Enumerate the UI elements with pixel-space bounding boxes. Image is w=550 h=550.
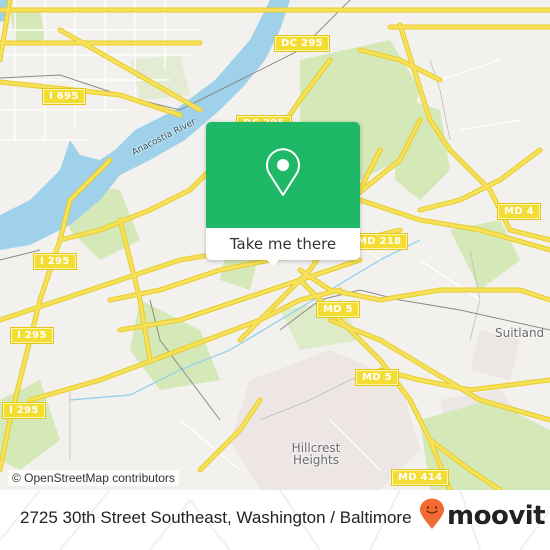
address-text: 2725 30th Street Southeast, Washington /…	[20, 508, 412, 527]
route-shield-i295: I 295	[10, 327, 54, 344]
take-me-there-button[interactable]: Take me there	[206, 228, 360, 260]
moovit-logo[interactable]: moovit	[419, 498, 546, 534]
moovit-smiley-pin-icon	[419, 498, 445, 534]
route-shield-i295: I 295	[33, 253, 77, 270]
route-shield-i295: I 295	[2, 402, 46, 419]
route-shield-i695: I 695	[42, 88, 86, 105]
popup-pointer	[266, 259, 280, 266]
route-shield-md414: MD 414	[390, 469, 450, 486]
map-attribution[interactable]: © OpenStreetMap contributors	[8, 470, 179, 486]
place-label-hillcrest-heights: Hillcrest Heights	[286, 442, 346, 466]
destination-popup: Take me there	[206, 122, 360, 266]
location-pin-icon	[263, 147, 303, 203]
route-shield-md5: MD 5	[355, 369, 399, 386]
place-label-suitland: Suitland	[495, 326, 545, 340]
footer-bar: 2725 30th Street Southeast, Washington /…	[0, 490, 550, 550]
place-label-line: Heights	[293, 453, 339, 467]
route-shield-md4: MD 4	[497, 203, 541, 220]
route-shield-md5: MD 5	[316, 301, 360, 318]
moovit-wordmark: moovit	[447, 501, 546, 531]
route-shield-dc295: DC 295	[274, 35, 330, 52]
map-view[interactable]: I 695 DC 295 DC 295 MD 4 I 295 MD 218 MD…	[0, 0, 550, 490]
popup-header	[206, 122, 360, 228]
